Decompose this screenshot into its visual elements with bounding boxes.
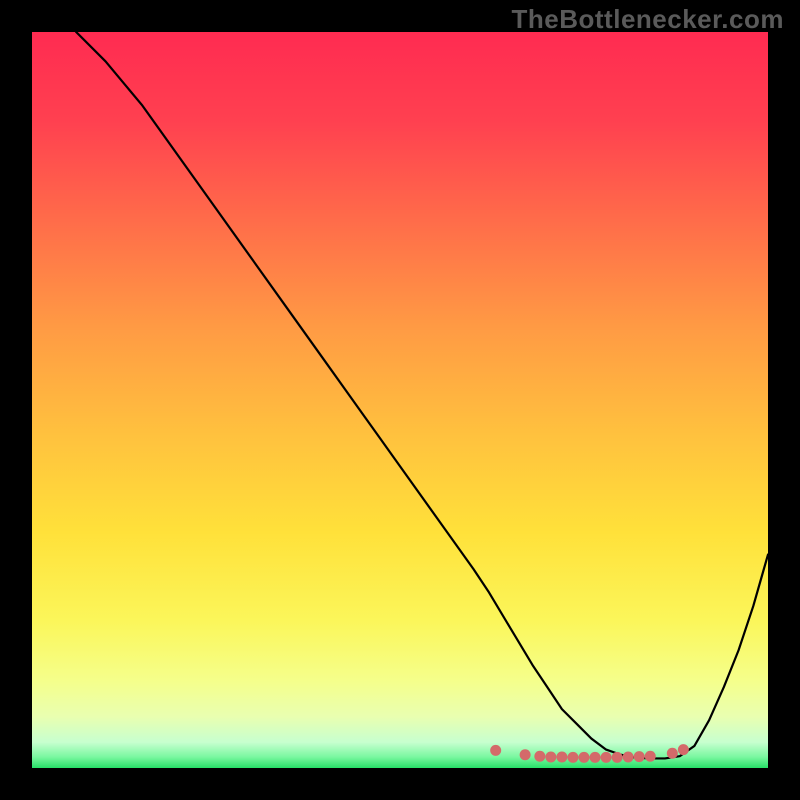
optimal-dot <box>545 751 556 762</box>
optimal-dot <box>623 751 634 762</box>
optimal-dot <box>667 748 678 759</box>
optimal-dot <box>678 744 689 755</box>
optimal-dot <box>634 751 645 762</box>
plot-area <box>32 32 768 768</box>
watermark-text: TheBottlenecker.com <box>512 4 784 35</box>
optimal-dot <box>567 752 578 763</box>
optimal-dot <box>590 752 601 763</box>
optimal-dot <box>601 752 612 763</box>
optimal-dot <box>612 752 623 763</box>
optimal-dot <box>534 751 545 762</box>
optimal-dot <box>556 751 567 762</box>
optimal-dot <box>490 745 501 756</box>
optimal-dot <box>520 749 531 760</box>
optimal-dot <box>645 751 656 762</box>
optimal-dot <box>579 752 590 763</box>
chart-svg <box>32 32 768 768</box>
gradient-background <box>32 32 768 768</box>
chart-container: TheBottlenecker.com <box>0 0 800 800</box>
